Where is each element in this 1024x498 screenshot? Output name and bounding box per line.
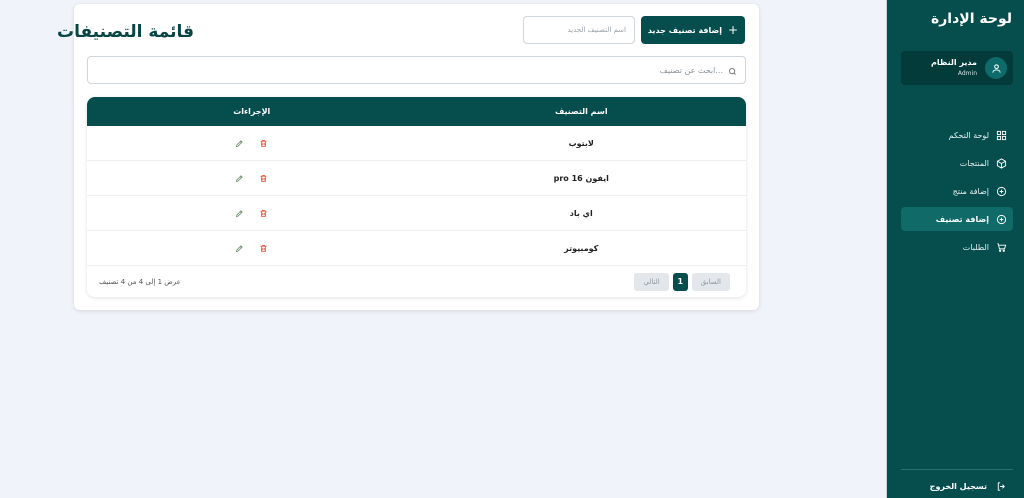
categories-table: اسم التصنيف الإجراءات لابتوب ايفون 16 pr… [87,97,746,297]
plus-icon: + [728,23,739,37]
sidebar-title: لوحة الإدارة [930,11,1012,27]
user-card: مدير النظام Admin [901,51,1013,85]
add-category-button[interactable]: + إضافة تصنيف جديد [641,16,745,44]
sidebar-item-label: الطلبات [962,242,989,252]
column-header-actions: الإجراءات [233,107,271,116]
row-actions [87,231,417,265]
sidebar-item-label: إضافة منتج [952,186,989,196]
row-actions [87,196,417,230]
box-icon [995,157,1007,169]
user-role: Admin [957,70,977,77]
add-category-label: إضافة تصنيف جديد [647,25,723,35]
search-icon [727,66,737,76]
logout-label: تسجيل الخروج [929,481,987,491]
pagination: السابق 1 التالي [634,272,730,291]
edit-icon[interactable] [235,208,245,218]
edit-icon[interactable] [235,138,245,148]
avatar [985,57,1007,79]
row-actions [87,161,417,195]
results-summary: عرض 1 إلى 4 من 4 تصنيف [99,277,181,286]
sidebar-item-orders[interactable]: الطلبات [901,235,1013,259]
category-name-input[interactable] [523,16,635,44]
edit-icon[interactable] [235,243,245,253]
category-name: لابتوب [568,138,594,148]
plus-circle-icon [995,213,1007,225]
categories-card: قائمة التصنيفات + إضافة تصنيف جديد اسم ا… [57,4,759,310]
sidebar-item-label: المنتجات [959,158,989,168]
search-box [87,56,746,84]
cart-icon [995,241,1007,253]
user-name: مدير النظام [930,58,977,67]
table-row: لابتوب [87,126,746,161]
dashboard-icon [995,129,1007,141]
sidebar-item-label: إضافة تصنيف [935,214,989,224]
row-actions [87,126,417,160]
sidebar-item-add-product[interactable]: إضافة منتج [901,179,1013,203]
category-name: كومبيوتر [564,243,599,253]
delete-icon[interactable] [259,208,269,218]
logout-icon [995,480,1007,492]
sidebar-item-products[interactable]: المنتجات [901,151,1013,175]
category-name: ايفون 16 pro [553,173,609,183]
user-icon [991,59,1002,78]
table-footer: السابق 1 التالي عرض 1 إلى 4 من 4 تصنيف [87,266,746,297]
prev-page-button[interactable]: السابق [691,272,730,291]
page-title: قائمة التصنيفات [56,22,194,42]
delete-icon[interactable] [259,138,269,148]
table-row: ايفون 16 pro [87,161,746,196]
table-row: اي باد [87,196,746,231]
table-header: اسم التصنيف الإجراءات [87,97,746,126]
sidebar-item-label: لوحة التحكم [948,130,989,140]
column-header-name: اسم التصنيف [554,107,608,116]
plus-circle-icon [995,185,1007,197]
logout-button[interactable]: تسجيل الخروج [930,480,1007,492]
sidebar-nav: لوحة التحكم المنتجات إضافة منتج إضافة تص… [901,123,1013,263]
edit-icon[interactable] [235,173,245,183]
category-name: اي باد [569,208,593,218]
sidebar-item-dashboard[interactable]: لوحة التحكم [901,123,1013,147]
delete-icon[interactable] [259,243,269,253]
sidebar-divider [901,469,1013,470]
delete-icon[interactable] [259,173,269,183]
next-page-button[interactable]: التالي [634,272,669,291]
table-row: كومبيوتر [87,231,746,266]
sidebar-item-add-category[interactable]: إضافة تصنيف [901,207,1013,231]
sidebar: لوحة الإدارة مدير النظام Admin لوحة التح… [887,0,1024,498]
search-input[interactable] [88,57,745,83]
current-page[interactable]: 1 [672,272,688,291]
